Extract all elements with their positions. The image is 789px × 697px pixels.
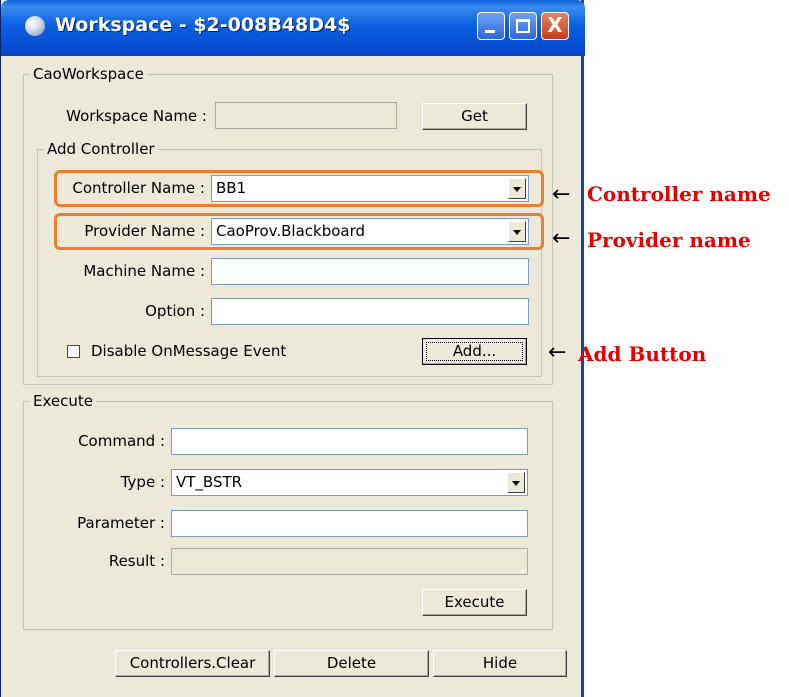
parameter-field[interactable] [171, 510, 528, 537]
controller-arrow-icon: ← [552, 182, 571, 207]
controller-name-annotation: Controller name [587, 182, 771, 206]
chevron-down-icon[interactable] [507, 472, 525, 493]
maximize-button[interactable] [509, 12, 537, 40]
machine-name-field[interactable] [211, 258, 529, 285]
close-icon: X [547, 13, 563, 37]
controller-name-highlight [54, 170, 544, 207]
command-field[interactable] [171, 428, 528, 455]
title-bar[interactable]: Workspace - $2-008B48D4$ X [1, 0, 585, 56]
disable-event-checkbox[interactable] [67, 345, 80, 358]
controllers-clear-button[interactable]: Controllers.Clear [115, 650, 270, 677]
result-field [171, 548, 528, 575]
provider-arrow-icon: ← [552, 226, 571, 251]
add-button-annotation: Add Button [578, 342, 707, 366]
workspace-name-label: Workspace Name : [66, 107, 207, 125]
minimize-button[interactable] [477, 12, 505, 40]
app-icon [25, 16, 45, 36]
option-label: Option : [145, 302, 205, 320]
workspace-window: Workspace - $2-008B48D4$ X CaoWorkspace … [0, 0, 585, 697]
hide-button[interactable]: Hide [433, 650, 567, 677]
add-button[interactable]: Add... [422, 338, 527, 365]
provider-name-highlight [54, 213, 544, 250]
provider-name-annotation: Provider name [587, 228, 751, 252]
execute-legend: Execute [33, 392, 93, 410]
disable-event-label[interactable]: Disable OnMessage Event [91, 342, 286, 360]
type-value: VT_BSTR [176, 473, 243, 491]
delete-button[interactable]: Delete [274, 650, 429, 677]
machine-name-label: Machine Name : [83, 262, 205, 280]
type-combo[interactable]: VT_BSTR [171, 469, 528, 496]
minimize-icon [485, 30, 495, 33]
result-label: Result : [108, 552, 165, 570]
maximize-icon [516, 19, 530, 33]
parameter-label: Parameter : [77, 514, 165, 532]
add-button-arrow-icon: ← [548, 340, 567, 365]
execute-button[interactable]: Execute [422, 589, 527, 616]
close-button[interactable]: X [541, 12, 569, 40]
type-label: Type : [120, 473, 165, 491]
window-title: Workspace - $2-008B48D4$ [55, 14, 351, 36]
get-button[interactable]: Get [422, 103, 527, 130]
add-controller-legend: Add Controller [47, 140, 155, 158]
workspace-name-field[interactable] [215, 102, 397, 129]
command-label: Command : [78, 432, 165, 450]
cao-workspace-legend: CaoWorkspace [33, 65, 144, 83]
option-field[interactable] [211, 298, 529, 325]
